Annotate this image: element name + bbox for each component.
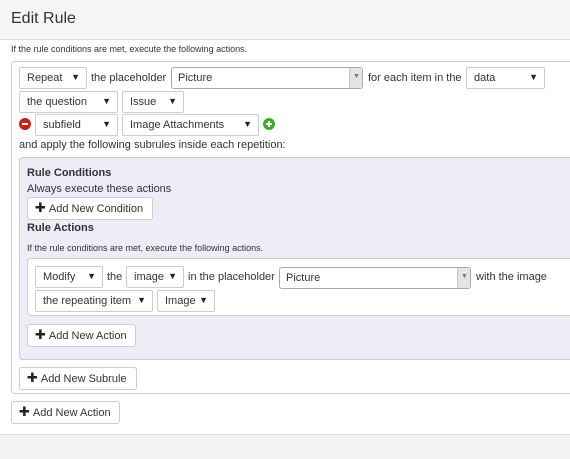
rule-actions-heading: Rule Actions [27,222,94,234]
page-header: Edit Rule [0,0,570,40]
caret-down-icon: ▼ [102,119,111,129]
question-select[interactable]: Issue ▼ [122,91,184,113]
modify-action-select[interactable]: Modify ▼ [35,266,103,288]
add-subfield-icon[interactable] [263,118,275,130]
caret-down-icon: ▼ [87,271,96,281]
plus-icon: ✚ [35,200,46,215]
conditions-text: Always execute these actions [27,183,172,195]
action-placeholder-combobox[interactable]: Picture ▼ [279,267,471,289]
caret-down-icon: ▼ [461,273,468,280]
in-placeholder-label: in the placeholder [188,271,275,283]
caret-down-icon: ▼ [529,72,538,82]
add-new-action-button[interactable]: ✚ Add New Action [11,401,120,424]
for-each-label: for each item in the [368,72,462,84]
rule-conditions-heading: Rule Conditions [27,167,112,179]
page-footer [0,434,570,459]
subfield-select[interactable]: subfield ▼ [35,114,118,136]
apply-subrules-text: and apply the following subrules inside … [19,139,286,151]
page-title: Edit Rule [11,10,76,27]
question-scope-select[interactable]: the question ▼ [19,91,118,113]
add-new-subrule-button[interactable]: ✚ Add New Subrule [19,367,137,390]
placeholder-label: the placeholder [91,72,167,84]
caret-down-icon: ▼ [168,96,177,106]
with-image-label: with the image [476,271,547,283]
actions-note: If the rule conditions are met, execute … [27,243,264,253]
caret-down-icon: ▼ [102,96,111,106]
remove-subfield-icon[interactable] [19,118,31,130]
image-type-select[interactable]: Image ▼ [157,290,215,312]
caret-down-icon: ▼ [71,72,80,82]
caret-down-icon: ▼ [137,295,146,305]
subrule-add-new-action-button[interactable]: ✚ Add New Action [27,324,136,347]
add-new-condition-button[interactable]: ✚ Add New Condition [27,197,153,220]
caret-down-icon: ▼ [353,73,360,80]
the-label: the [107,271,123,283]
caret-down-icon: ▼ [243,119,252,129]
data-source-select[interactable]: data ▼ [466,67,545,89]
rule-note: If the rule conditions are met, execute … [11,44,248,54]
plus-icon: ✚ [27,370,38,385]
property-select[interactable]: image ▼ [126,266,184,288]
caret-down-icon: ▼ [168,271,177,281]
subfield-value-select[interactable]: Image Attachments ▼ [122,114,259,136]
plus-icon: ✚ [19,404,30,419]
plus-icon: ✚ [35,327,46,342]
image-source-select[interactable]: the repeating item ▼ [35,290,153,312]
repeat-action-select[interactable]: Repeat ▼ [19,67,87,89]
placeholder-combobox[interactable]: Picture ▼ [171,67,363,89]
caret-down-icon: ▼ [199,295,208,305]
